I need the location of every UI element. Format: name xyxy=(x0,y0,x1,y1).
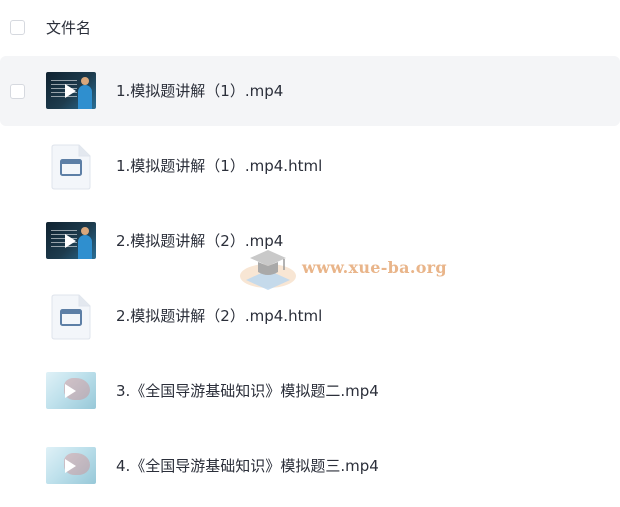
file-name[interactable]: 1.模拟题讲解（1）.mp4.html xyxy=(116,156,322,176)
watermark: www.xue-ba.org xyxy=(238,240,448,296)
file-row[interactable]: 4.《全国导游基础知识》模拟题三.mp4 xyxy=(0,431,620,501)
graduation-cap-logo xyxy=(240,250,296,290)
watermark-text: www.xue-ba.org xyxy=(302,258,447,277)
play-icon xyxy=(65,459,76,473)
video-thumbnail-lecture-icon xyxy=(46,72,96,109)
html-file-icon xyxy=(51,144,91,190)
select-all-checkbox[interactable] xyxy=(10,20,25,35)
html-file-icon xyxy=(51,294,91,340)
file-name[interactable]: 2.模拟题讲解（2）.mp4.html xyxy=(116,306,322,326)
video-thumbnail-lecture-icon xyxy=(46,222,96,259)
video-thumbnail-map-icon xyxy=(46,372,96,409)
file-row[interactable]: 1.模拟题讲解（1）.mp4.html xyxy=(0,131,620,201)
play-icon xyxy=(65,234,76,248)
play-icon xyxy=(65,384,76,398)
file-name[interactable]: 3.《全国导游基础知识》模拟题二.mp4 xyxy=(116,381,379,401)
video-thumbnail-map-icon xyxy=(46,447,96,484)
file-name[interactable]: 4.《全国导游基础知识》模拟题三.mp4 xyxy=(116,456,379,476)
play-icon xyxy=(65,84,76,98)
file-name[interactable]: 1.模拟题讲解（1）.mp4 xyxy=(116,81,283,101)
file-list-header: 文件名 xyxy=(0,0,620,56)
filename-column-header[interactable]: 文件名 xyxy=(46,18,91,38)
file-row[interactable]: 3.《全国导游基础知识》模拟题二.mp4 xyxy=(0,356,620,426)
file-row[interactable]: 1.模拟题讲解（1）.mp4 xyxy=(0,56,620,126)
row-checkbox[interactable] xyxy=(10,84,25,99)
